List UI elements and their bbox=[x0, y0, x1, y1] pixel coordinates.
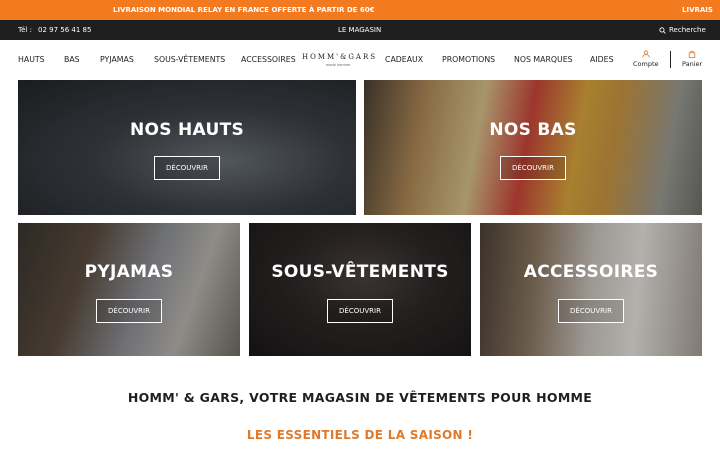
top-bar: Tél : 02 97 56 41 85 LE MAGASIN Recherch… bbox=[0, 20, 720, 40]
section-subtitle: LES ESSENTIELS DE LA SAISON ! bbox=[246, 428, 474, 442]
nav-item-nos-marques[interactable]: NOS MARQUES bbox=[514, 40, 573, 80]
nav-item-hauts[interactable]: HAUTS bbox=[18, 40, 45, 80]
brand-logo[interactable]: HOMM'&GARS mode homme bbox=[302, 53, 378, 71]
tile-pyjamas[interactable]: PYJAMAS DÉCOUVRIR bbox=[18, 223, 240, 356]
discover-button[interactable]: DÉCOUVRIR bbox=[96, 299, 162, 323]
nav-item-cadeaux[interactable]: CADEAUX bbox=[385, 40, 423, 80]
discover-button[interactable]: DÉCOUVRIR bbox=[154, 156, 220, 180]
store-link[interactable]: LE MAGASIN bbox=[338, 20, 381, 40]
promo-bar: LIVRAISON MONDIAL RELAY EN FRANCE OFFERT… bbox=[0, 0, 720, 20]
tile-overlay bbox=[18, 80, 356, 215]
tile-nos-hauts[interactable]: NOS HAUTS DÉCOUVRIR bbox=[18, 80, 356, 215]
tile-title: PYJAMAS bbox=[84, 262, 174, 282]
search-icon bbox=[659, 26, 666, 34]
nav-item-pyjamas[interactable]: PYJAMAS bbox=[100, 40, 134, 80]
cart-button[interactable]: Panier bbox=[682, 50, 702, 68]
discover-button[interactable]: DÉCOUVRIR bbox=[558, 299, 624, 323]
promo-message: LIVRAISON MONDIAL RELAY EN FRANCE OFFERT… bbox=[113, 6, 375, 14]
page-headline: HOMM' & GARS, VOTRE MAGASIN DE VÊTEMENTS… bbox=[127, 390, 593, 405]
tile-sous-vetements[interactable]: SOUS-VÊTEMENTS DÉCOUVRIR bbox=[249, 223, 471, 356]
account-button[interactable]: Compte bbox=[633, 50, 659, 68]
tile-overlay bbox=[364, 80, 702, 215]
nav-item-sous-vetements[interactable]: SOUS-VÊTEMENTS bbox=[154, 40, 225, 80]
logo-tagline: mode homme bbox=[325, 63, 351, 67]
user-icon bbox=[642, 50, 650, 58]
nav-item-bas[interactable]: BAS bbox=[64, 40, 80, 80]
tile-overlay bbox=[249, 223, 471, 356]
phone-number[interactable]: 02 97 56 41 85 bbox=[38, 20, 91, 40]
main-nav: HAUTS BAS PYJAMAS SOUS-VÊTEMENTS ACCESSO… bbox=[0, 40, 720, 80]
search-label: Recherche bbox=[669, 26, 706, 34]
bag-icon bbox=[688, 50, 696, 58]
phone-label: Tél : bbox=[18, 26, 32, 34]
tile-title: NOS BAS bbox=[489, 120, 577, 140]
nav-divider bbox=[670, 51, 671, 68]
nav-item-promotions[interactable]: PROMOTIONS bbox=[442, 40, 495, 80]
discover-button[interactable]: DÉCOUVRIR bbox=[327, 299, 393, 323]
search-link[interactable]: Recherche bbox=[659, 20, 706, 40]
account-label: Compte bbox=[633, 60, 659, 68]
nav-item-accessoires[interactable]: ACCESSOIRES bbox=[241, 40, 296, 80]
promo-message-repeat: LIVRAIS bbox=[682, 6, 713, 14]
tile-title: NOS HAUTS bbox=[129, 120, 245, 140]
discover-button[interactable]: DÉCOUVRIR bbox=[500, 156, 566, 180]
tile-overlay bbox=[18, 223, 240, 356]
tile-accessoires[interactable]: ACCESSOIRES DÉCOUVRIR bbox=[480, 223, 702, 356]
tile-overlay bbox=[480, 223, 702, 356]
nav-item-aides[interactable]: AIDES bbox=[590, 40, 614, 80]
cart-label: Panier bbox=[682, 60, 703, 68]
tile-title: ACCESSOIRES bbox=[523, 262, 659, 282]
tile-nos-bas[interactable]: NOS BAS DÉCOUVRIR bbox=[364, 80, 702, 215]
tile-title: SOUS-VÊTEMENTS bbox=[271, 262, 449, 282]
logo-wordmark: HOMM'&GARS bbox=[302, 53, 378, 61]
